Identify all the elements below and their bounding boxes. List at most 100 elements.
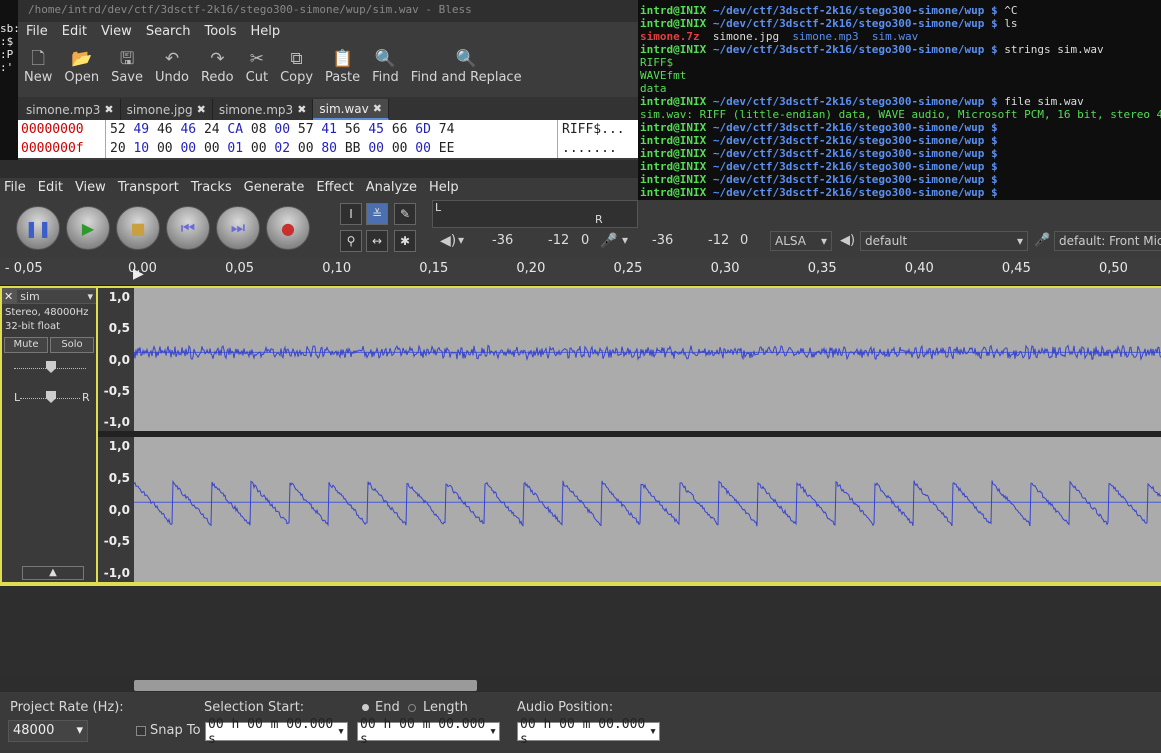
audacity-menu-analyze[interactable]: Analyze <box>366 180 417 200</box>
hex-byte[interactable]: 74 <box>439 122 455 137</box>
skip-end-button[interactable]: ⏭ <box>216 206 260 250</box>
track-name-menu[interactable]: sim ▾ <box>17 290 96 303</box>
collapse-track-button[interactable]: ▲ <box>22 566 84 580</box>
hex-byte[interactable]: 00 <box>368 141 384 156</box>
record-button[interactable]: ● <box>266 206 310 250</box>
hex-byte[interactable]: 52 <box>110 122 126 137</box>
hex-byte[interactable]: 00 <box>415 141 431 156</box>
selection-tool[interactable]: I <box>340 203 362 225</box>
hex-byte[interactable]: 49 <box>133 122 149 137</box>
hex-byte[interactable]: 01 <box>227 141 243 156</box>
hex-byte[interactable]: 00 <box>392 141 408 156</box>
hex-byte[interactable]: 02 <box>274 141 290 156</box>
hex-byte[interactable]: 10 <box>133 141 149 156</box>
hex-byte[interactable]: 56 <box>345 122 361 137</box>
multi-tool[interactable]: ✱ <box>394 230 416 252</box>
mute-button[interactable]: Mute <box>4 337 48 353</box>
bless-menu-file[interactable]: File <box>26 24 48 42</box>
hex-byte[interactable]: EE <box>439 141 455 156</box>
hex-byte[interactable]: BB <box>345 141 361 156</box>
pan-slider[interactable]: L R <box>2 383 96 413</box>
hex-view[interactable]: 00 00 00 00 52 49 46 46 24 CA 08 00 57 41 56… <box>18 120 640 158</box>
empty-track-space[interactable] <box>0 586 1161 678</box>
selection-start-time[interactable]: 00 h 00 m 00.000 s ▾ <box>205 722 348 741</box>
find-button[interactable]: 🔍 Find <box>372 48 399 97</box>
hex-byte[interactable]: 80 <box>321 141 337 156</box>
hex-byte[interactable]: 45 <box>368 122 384 137</box>
timeline-ruler[interactable]: - 0,05 0,00 0,05 0,10 0,15 0,20 0,25 0,30 0,35 0,… <box>0 258 1161 286</box>
audacity-menu-edit[interactable]: Edit <box>38 180 63 200</box>
undo-button[interactable]: ↶ Undo <box>155 48 189 97</box>
zoom-tool[interactable]: ⚲ <box>340 230 362 252</box>
playhead-icon[interactable]: ▶ <box>133 266 144 282</box>
hex-byte[interactable]: 20 <box>110 141 126 156</box>
hex-byte[interactable]: 00 <box>298 141 314 156</box>
bless-menu-edit[interactable]: Edit <box>62 24 87 42</box>
hex-byte[interactable]: 46 <box>157 122 173 137</box>
hex-bytes[interactable]: 52 49 46 46 24 CA 08 00 57 41 56 45 66 6… <box>106 120 558 139</box>
close-icon[interactable]: ✕ <box>4 290 13 303</box>
waveform-channel-left[interactable] <box>134 288 1161 431</box>
copy-button[interactable]: ⧉ Copy <box>280 48 313 97</box>
bless-menu-search[interactable]: Search <box>146 24 191 42</box>
audacity-menu-tracks[interactable]: Tracks <box>191 180 232 200</box>
hex-byte[interactable]: 00 <box>204 141 220 156</box>
hex-byte[interactable]: 41 <box>321 122 337 137</box>
hex-byte[interactable]: 00 <box>157 141 173 156</box>
hex-byte[interactable]: 57 <box>298 122 314 137</box>
hex-byte[interactable]: 00 <box>251 141 267 156</box>
project-rate-select[interactable]: 48000 ▾ <box>8 720 88 742</box>
bless-menu-view[interactable]: View <box>101 24 132 42</box>
snap-to-checkbox[interactable] <box>136 726 146 736</box>
redo-button[interactable]: ↷ Redo <box>201 48 234 97</box>
open-button[interactable]: 📂 Open <box>64 48 99 97</box>
cut-button[interactable]: ✂ Cut <box>246 48 268 97</box>
file-tab[interactable]: sim.wav ✖ <box>313 99 389 120</box>
close-icon[interactable]: ✖ <box>197 103 206 116</box>
selection-end-time[interactable]: 00 h 00 m 00.000 s ▾ <box>357 722 500 741</box>
skip-start-button[interactable]: ⏮ <box>166 206 210 250</box>
hex-byte[interactable]: 08 <box>251 122 267 137</box>
audacity-menu-help[interactable]: Help <box>429 180 459 200</box>
envelope-tool[interactable]: ≚ <box>366 203 388 225</box>
hex-byte[interactable]: CA <box>227 122 243 137</box>
audacity-menu-effect[interactable]: Effect <box>316 180 353 200</box>
close-icon[interactable]: ✖ <box>104 103 113 116</box>
paste-button[interactable]: 📋 Paste <box>325 48 360 97</box>
hex-byte[interactable]: 6D <box>415 122 431 137</box>
file-tab[interactable]: simone.jpg ✖ <box>121 99 213 120</box>
solo-button[interactable]: Solo <box>50 337 94 353</box>
end-radio[interactable] <box>362 704 369 711</box>
waveform-channel-right[interactable] <box>134 437 1161 582</box>
hex-byte[interactable]: 66 <box>392 122 408 137</box>
audacity-menu-transport[interactable]: Transport <box>118 180 179 200</box>
audio-position-time[interactable]: 00 h 00 m 00.000 s ▾ <box>517 722 660 741</box>
hex-bytes[interactable]: 20 10 00 00 00 01 00 02 00 80 BB 00 00 0… <box>106 139 558 158</box>
file-tab[interactable]: simone.mp3 ✖ <box>213 99 314 120</box>
close-icon[interactable]: ✖ <box>297 103 306 116</box>
file-tab[interactable]: simone.mp3 ✖ <box>20 99 121 120</box>
terminal-window[interactable]: intrd@INIX ~/dev/ctf/3dsctf-2k16/stego30… <box>638 0 1161 215</box>
bless-menu-help[interactable]: Help <box>251 24 281 42</box>
audacity-menu-file[interactable]: File <box>4 180 26 200</box>
pause-button[interactable]: ❚❚ <box>16 206 60 250</box>
stop-button[interactable]: ■ <box>116 206 160 250</box>
save-button[interactable]: 🖫 Save <box>111 48 143 97</box>
gain-slider[interactable] <box>2 353 96 383</box>
new-button[interactable]: 🗋 New <box>24 48 52 97</box>
output-device-select[interactable]: default ▾ <box>860 231 1028 251</box>
hex-byte[interactable]: 46 <box>180 122 196 137</box>
hex-byte[interactable]: 24 <box>204 122 220 137</box>
length-radio[interactable] <box>408 704 416 712</box>
timeshift-tool[interactable]: ↔ <box>366 230 388 252</box>
horizontal-scrollbar[interactable] <box>134 680 477 691</box>
find-and-replace-button[interactable]: 🔍 Find and Replace <box>411 48 522 97</box>
draw-tool[interactable]: ✎ <box>394 203 416 225</box>
play-button[interactable]: ▶ <box>66 206 110 250</box>
audacity-menu-view[interactable]: View <box>75 180 106 200</box>
hex-byte[interactable]: 00 <box>180 141 196 156</box>
bless-menu-tools[interactable]: Tools <box>204 24 236 42</box>
audacity-menu-generate[interactable]: Generate <box>244 180 305 200</box>
close-icon[interactable]: ✖ <box>373 102 382 115</box>
input-device-select[interactable]: default: Front Mic: <box>1054 231 1161 251</box>
